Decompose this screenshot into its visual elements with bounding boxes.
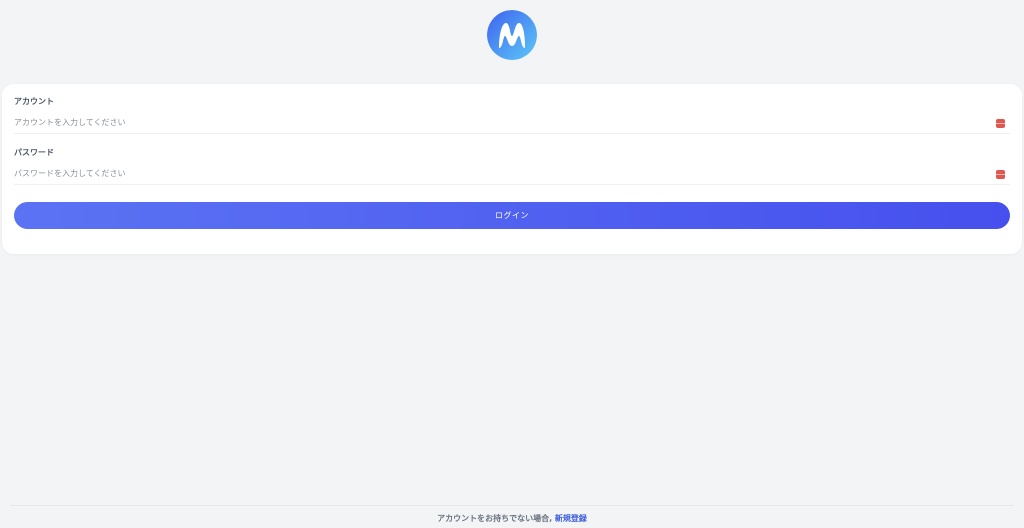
password-label: パスワード: [14, 148, 54, 157]
login-card: アカウント パスワード ログイン: [2, 84, 1022, 254]
keyboard-icon[interactable]: [996, 170, 1005, 179]
footer: アカウントをお持ちでない場合, 新規登録: [0, 513, 1024, 524]
account-input[interactable]: [14, 112, 1010, 134]
password-input[interactable]: [14, 163, 1010, 185]
login-button[interactable]: ログイン: [14, 202, 1010, 229]
footer-text: アカウントをお持ちでない場合,: [437, 514, 553, 523]
register-link[interactable]: 新規登録: [555, 514, 587, 523]
keyboard-icon[interactable]: [996, 119, 1005, 128]
account-label: アカウント: [14, 97, 54, 106]
m-logo-icon: [487, 10, 537, 60]
app-logo: [487, 10, 537, 60]
footer-divider: [10, 505, 1014, 506]
